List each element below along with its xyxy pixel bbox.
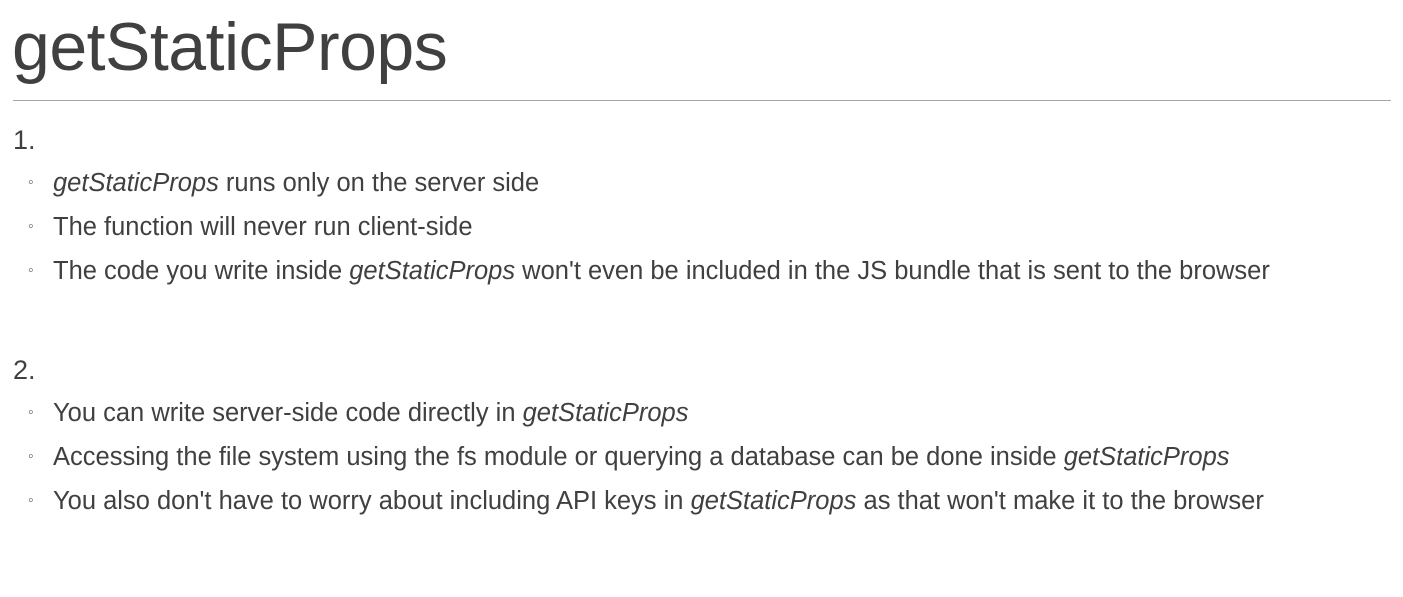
item-text: Accessing the file system using the fs m… <box>53 443 1064 471</box>
code-term: getStaticProps <box>690 487 857 515</box>
title-divider <box>13 100 1391 101</box>
code-term: getStaticProps <box>522 399 689 427</box>
item-text: The function will never run client-side <box>53 213 473 241</box>
page-title: getStaticProps <box>12 9 448 85</box>
list-item: ◦ getStaticProps runs only on the server… <box>0 166 1403 200</box>
list-item: ◦ Accessing the file system using the fs… <box>0 440 1403 474</box>
item-text: You can write server-side code directly … <box>53 399 523 427</box>
bullet-list: ◦ getStaticProps runs only on the server… <box>0 166 1403 298</box>
code-term: getStaticProps <box>1063 443 1230 471</box>
bullet-icon: ◦ <box>28 218 34 235</box>
item-text: The code you write inside <box>53 257 350 285</box>
bullet-icon: ◦ <box>28 404 34 421</box>
bullet-icon: ◦ <box>28 492 34 509</box>
section-number: 2. <box>13 355 36 385</box>
code-term: getStaticProps <box>53 169 219 197</box>
list-item: ◦ You also don't have to worry about inc… <box>0 484 1403 518</box>
code-term: getStaticProps <box>349 257 516 285</box>
bullet-list: ◦ You can write server-side code directl… <box>0 396 1403 528</box>
bullet-icon: ◦ <box>28 174 34 191</box>
list-item: ◦ The code you write inside getStaticPro… <box>0 254 1403 288</box>
item-text: as that won't make it to the browser <box>856 487 1264 515</box>
item-text: runs only on the server side <box>218 169 540 197</box>
item-text: won't even be included in the JS bundle … <box>515 257 1270 285</box>
list-item: ◦ You can write server-side code directl… <box>0 396 1403 430</box>
bullet-icon: ◦ <box>28 448 34 465</box>
bullet-icon: ◦ <box>28 262 34 279</box>
list-item: ◦ The function will never run client-sid… <box>0 210 1403 244</box>
item-text: You also don't have to worry about inclu… <box>53 487 691 515</box>
slide: getStaticProps 1. ◦ getStaticProps runs … <box>0 0 1403 597</box>
section-number: 1. <box>13 125 36 155</box>
